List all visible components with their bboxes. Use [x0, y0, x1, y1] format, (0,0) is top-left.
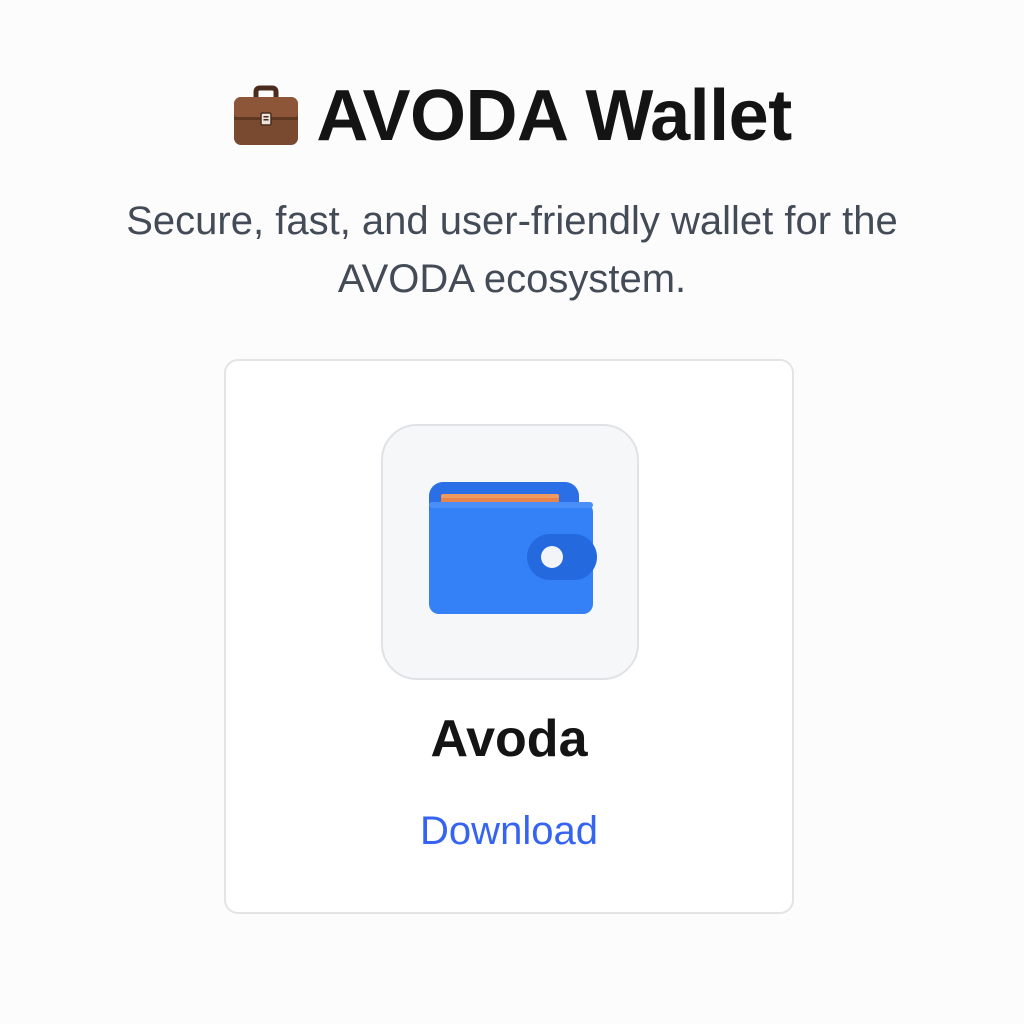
page-title: AVODA Wallet: [316, 76, 792, 156]
app-icon-tile: [381, 424, 639, 680]
app-card: Avoda Download: [224, 359, 794, 914]
app-name: Avoda: [430, 710, 588, 768]
page-subtitle: Secure, fast, and user-friendly wallet f…: [126, 199, 898, 301]
briefcase-icon: [232, 84, 300, 148]
download-link[interactable]: Download: [226, 811, 792, 851]
wallet-icon: [429, 482, 597, 614]
page-header: AVODA Wallet: [0, 80, 1024, 152]
